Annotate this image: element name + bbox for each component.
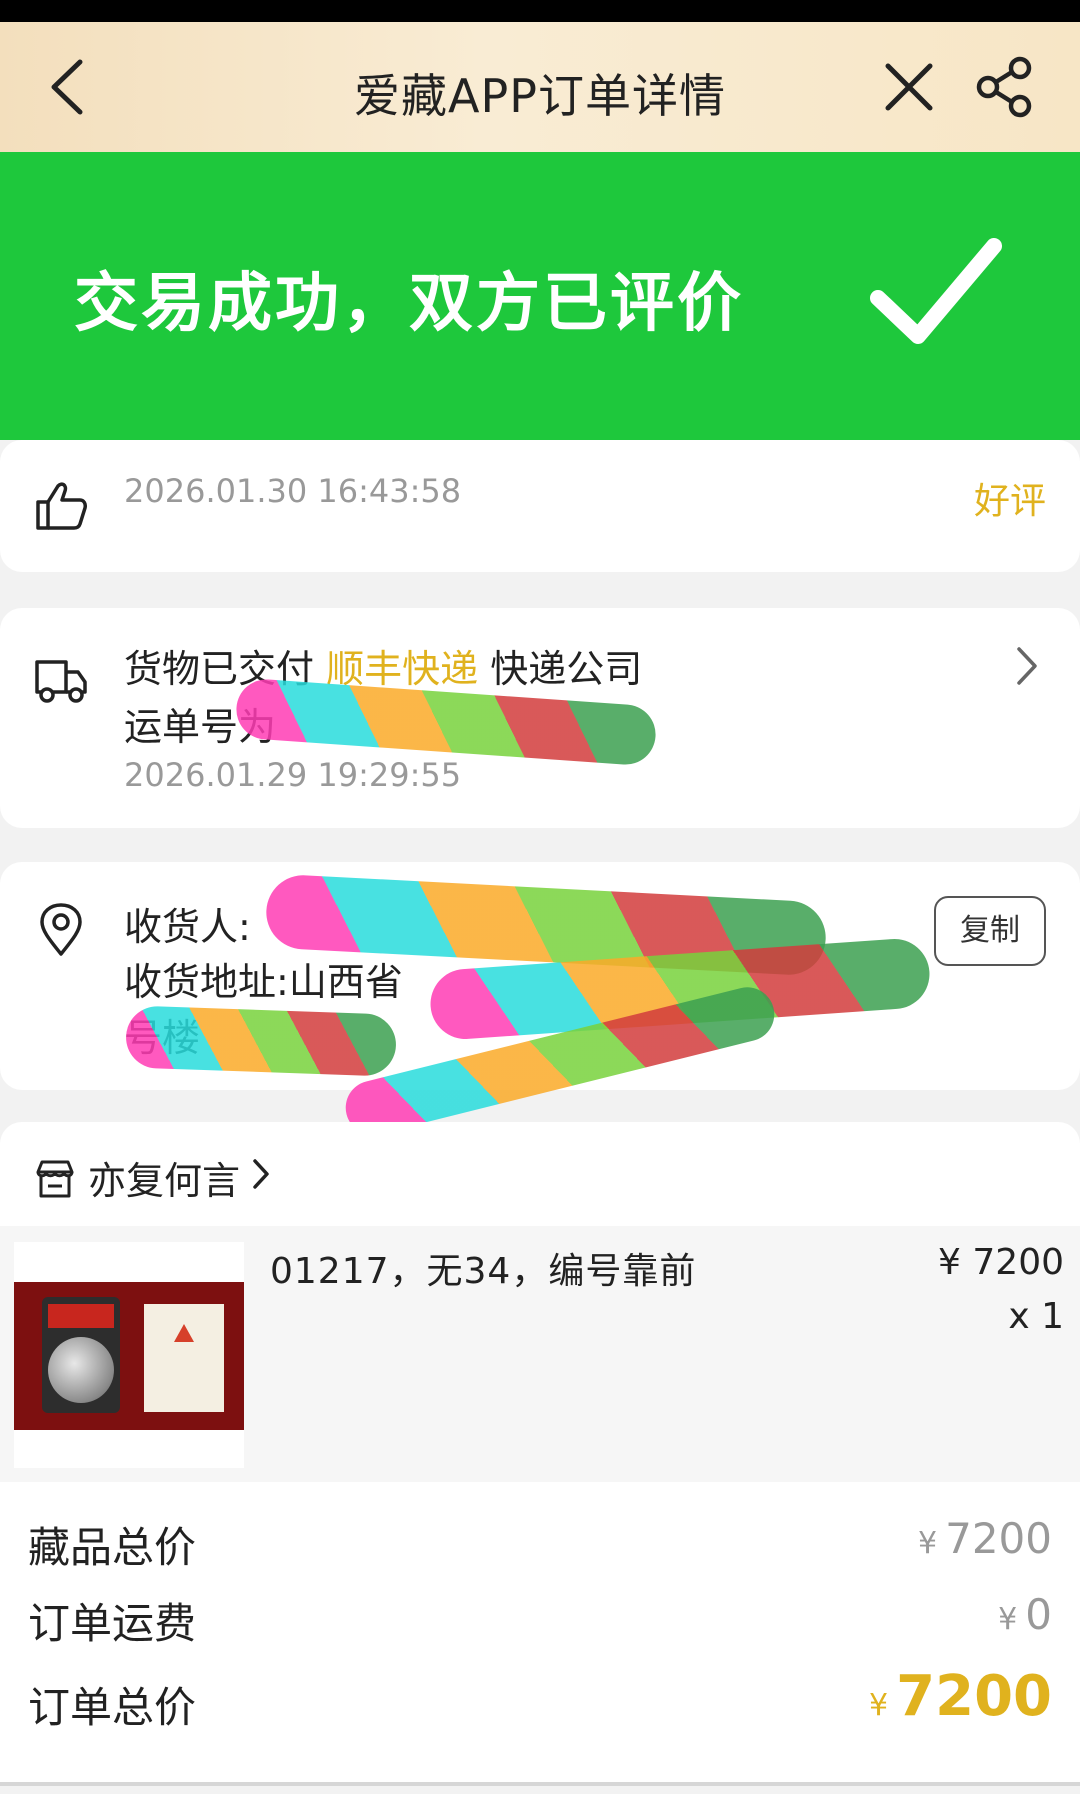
rating-card: 2026.01.30 16:43:58 好评 (0, 440, 1080, 572)
shipping-status: 货物已交付 顺丰快递 快递公司 (124, 638, 642, 693)
product-row[interactable]: 01217，无34，编号靠前 ¥ 7200 x 1 (0, 1226, 1080, 1482)
rating-timestamp: 2026.01.30 16:43:58 (124, 472, 462, 510)
thumbs-up-icon (36, 482, 87, 530)
shop-name[interactable]: 亦复何言 (88, 1150, 240, 1205)
close-icon[interactable] (880, 58, 938, 116)
order-total-row: 订单总价 ¥7200 (0, 1660, 1080, 1760)
product-image-coin (48, 1337, 114, 1403)
product-image-certificate (144, 1304, 224, 1412)
items-total-label: 藏品总价 (28, 1523, 197, 1572)
receiver-label: 收货人: (124, 905, 251, 949)
shipping-fee-row: 订单运费 ¥0 (0, 1578, 1080, 1658)
items-total-row: 藏品总价 ¥7200 (0, 1500, 1080, 1580)
shipping-status-suffix: 快递公司 (490, 647, 643, 691)
shipping-fee-label: 订单运费 (28, 1599, 197, 1648)
currency-symbol: ¥ (918, 1526, 938, 1561)
items-total-value: ¥7200 (918, 1514, 1052, 1563)
top-nav-bar: 爱藏APP订单详情 (0, 22, 1080, 152)
order-status-text: 交易成功，双方已评价 (74, 267, 744, 341)
currency-symbol: ¥ (869, 1688, 889, 1723)
shipping-timestamp: 2026.01.29 19:29:55 (124, 756, 462, 794)
address-label: 收货地址: (124, 960, 289, 1004)
chevron-right-icon[interactable] (1014, 644, 1040, 688)
product-title: 01217，无34，编号靠前 (270, 1251, 697, 1292)
shipping-fee-value: ¥0 (998, 1590, 1052, 1639)
share-icon[interactable] (972, 54, 1038, 120)
status-bar (0, 0, 1080, 22)
currency-symbol: ¥ (998, 1602, 1018, 1637)
order-totals: 藏品总价 ¥7200 订单运费 ¥0 订单总价 ¥7200 (0, 1482, 1080, 1782)
store-icon[interactable] (34, 1158, 76, 1200)
address-text: 山西省 (288, 960, 403, 1004)
copy-address-button[interactable]: 复制 (934, 896, 1046, 966)
checkmark-icon (870, 238, 1002, 344)
address-card: 收货人: 收货地址:山西省 号楼 复制 (0, 862, 1080, 1141)
order-total-label: 订单总价 (28, 1683, 197, 1732)
items-total-amount: 7200 (945, 1514, 1052, 1563)
product-quantity: x 1 (1008, 1296, 1064, 1337)
product-image-label (48, 1304, 114, 1328)
product-image[interactable] (14, 1242, 244, 1468)
shipping-card[interactable]: 货物已交付 顺丰快递 快递公司 运单号为 2026.01.29 19:29:55 (0, 608, 1080, 828)
order-total-value: ¥7200 (869, 1664, 1052, 1729)
bottom-divider (0, 1782, 1080, 1786)
redaction-overlay (125, 1005, 397, 1077)
order-status-banner: 交易成功，双方已评价 (0, 152, 1080, 440)
order-total-amount: 7200 (896, 1664, 1052, 1729)
chevron-right-icon[interactable] (252, 1158, 270, 1190)
shipping-fee-amount: 0 (1025, 1590, 1052, 1639)
product-price: ¥ 7200 (938, 1242, 1064, 1283)
location-pin-icon (40, 903, 82, 956)
rating-result: 好评 (973, 481, 1046, 522)
truck-icon (35, 660, 87, 703)
